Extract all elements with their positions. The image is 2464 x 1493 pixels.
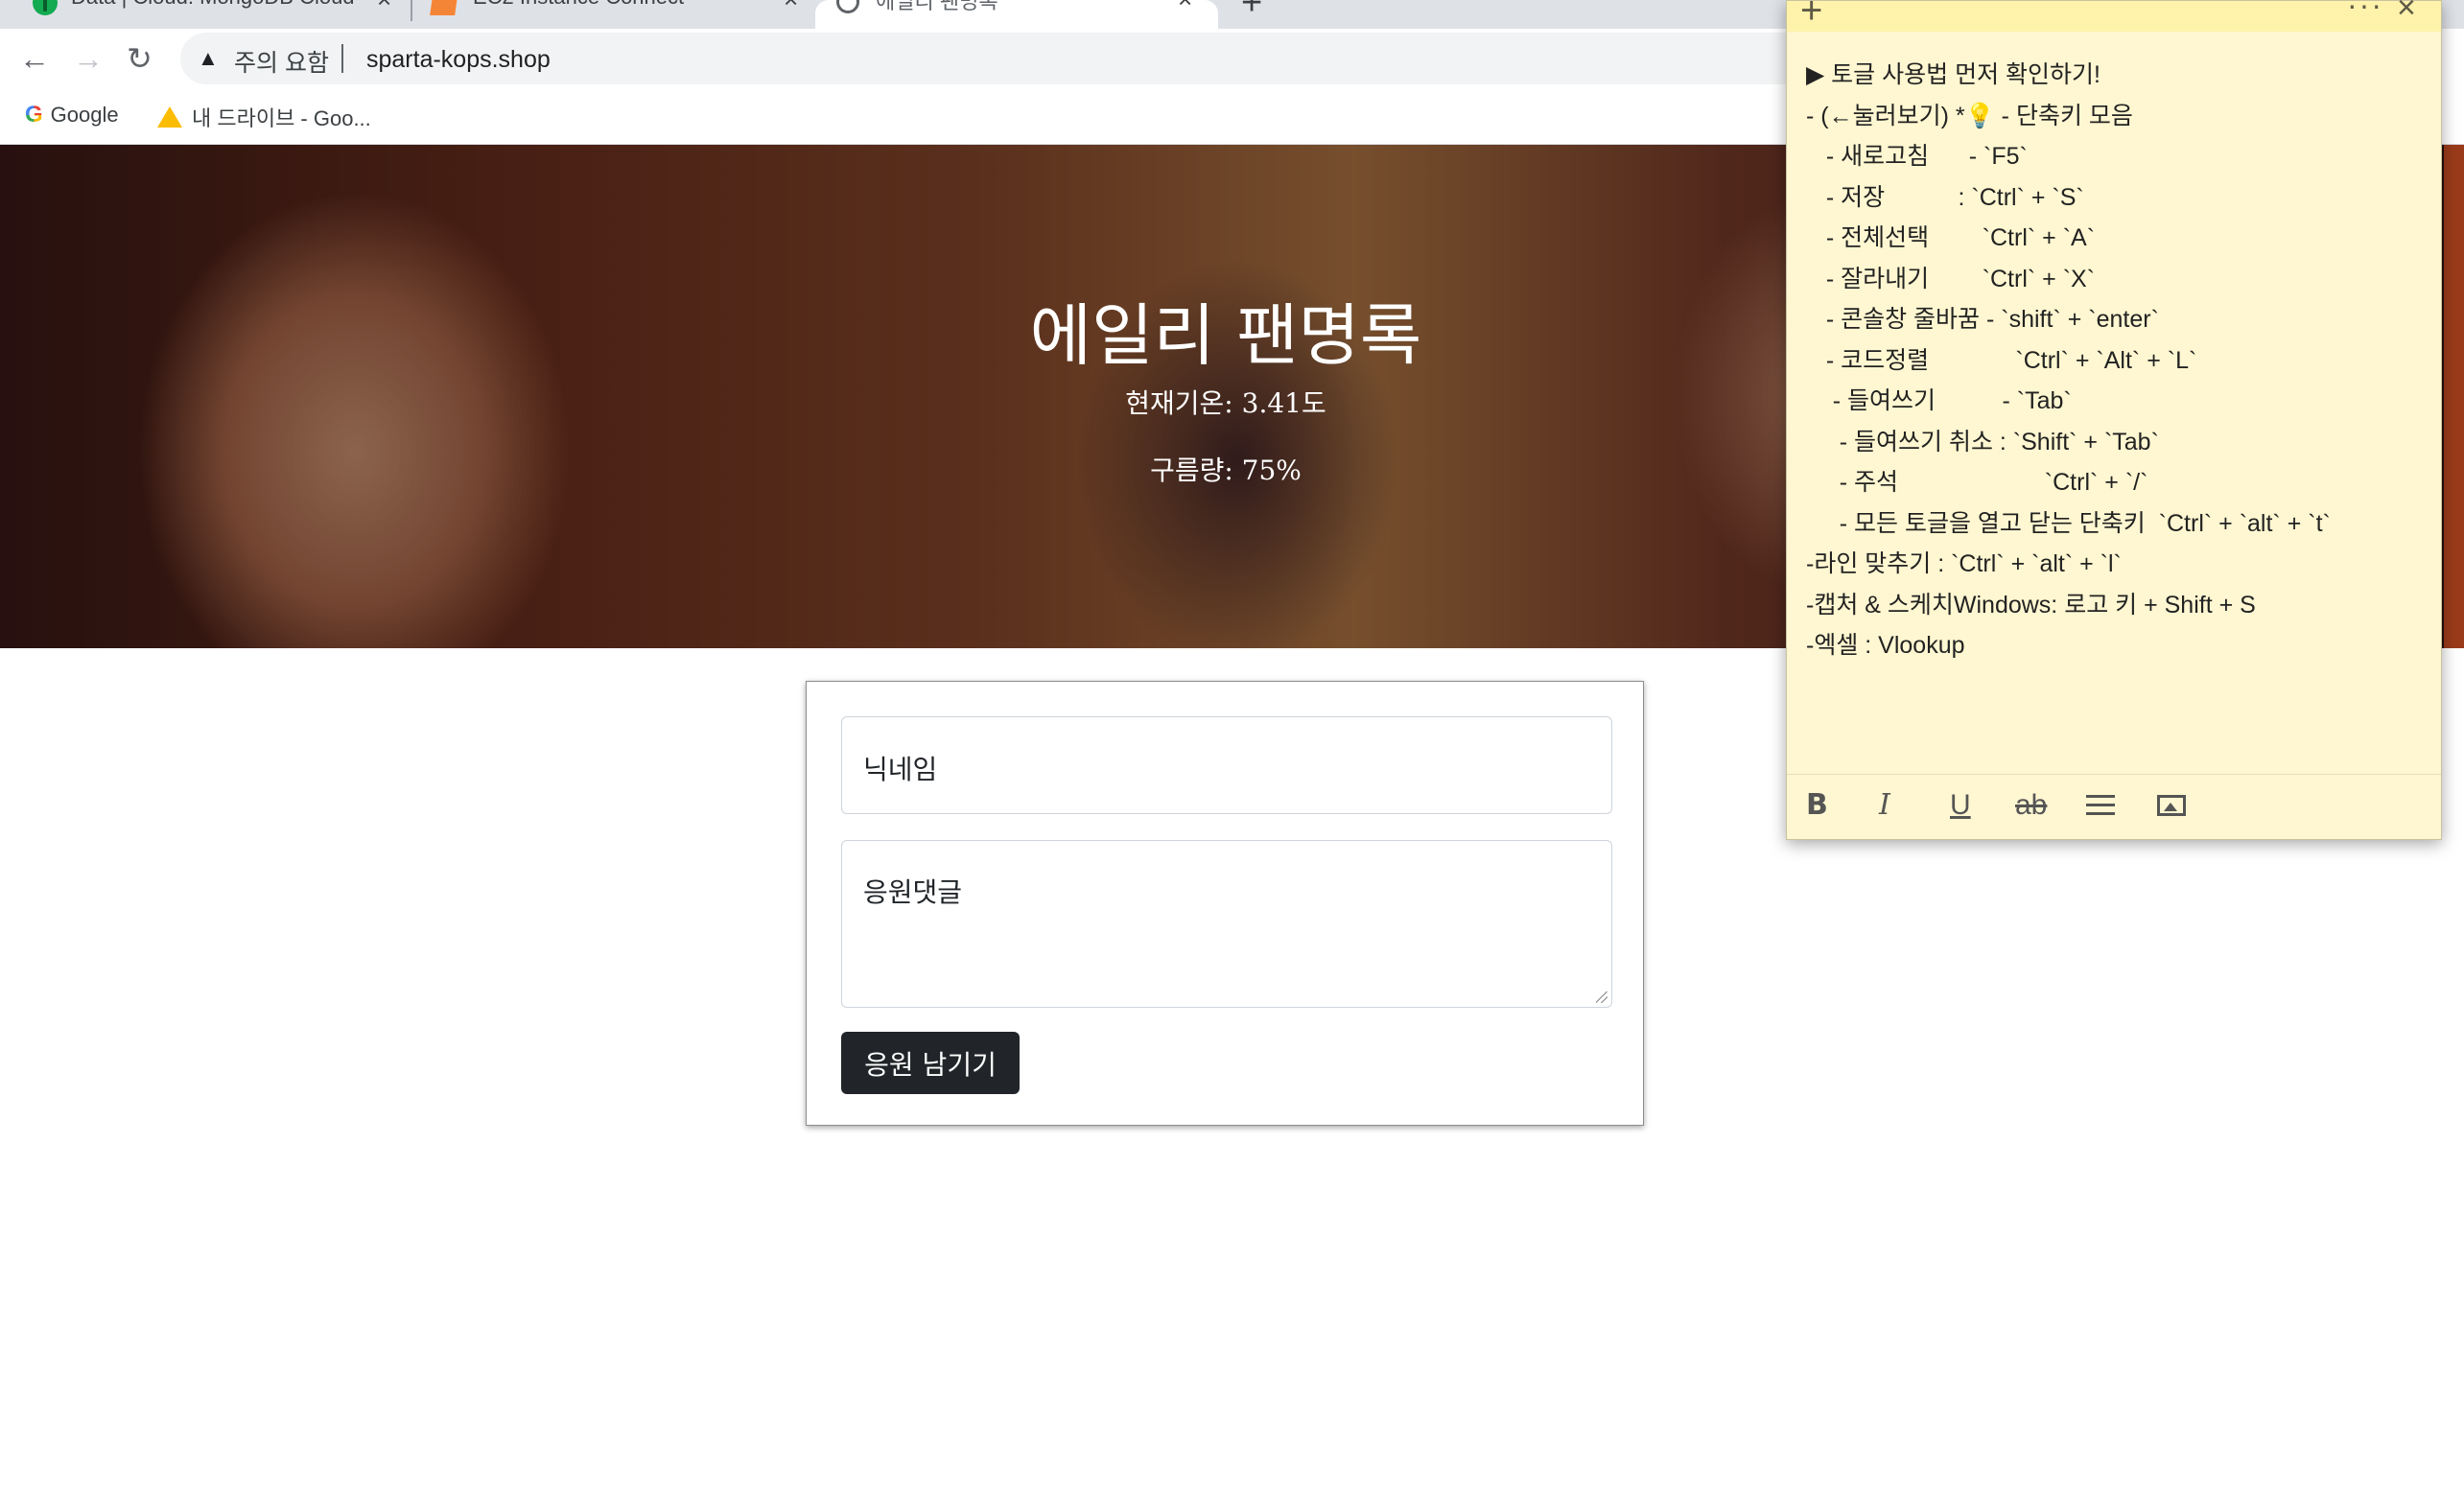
close-icon[interactable]: × bbox=[377, 0, 391, 14]
cloudiness-text: 구름량: 75% bbox=[1150, 455, 1302, 486]
submit-cheer-button[interactable]: 응원 남기기 bbox=[841, 1032, 1020, 1094]
format-toolbar-divider bbox=[1787, 774, 2441, 775]
page-title: 에일리 팬명록 bbox=[1029, 296, 1422, 375]
resize-handle-icon[interactable] bbox=[1596, 991, 1607, 1003]
comment-form-card: 닉네임 응원댓글 응원 남기기 bbox=[806, 681, 1644, 1126]
close-icon[interactable]: × bbox=[2397, 0, 2416, 27]
note-line: - (←눌러보기) *💡 - 단축키 모음 bbox=[1806, 102, 2133, 129]
comment-textarea[interactable]: 응원댓글 bbox=[841, 840, 1612, 1008]
warning-triangle-icon[interactable]: ▲ bbox=[198, 46, 219, 71]
tab-label: 에일리 팬명록 bbox=[876, 0, 998, 13]
add-note-plus-icon[interactable]: + bbox=[1800, 0, 1822, 33]
url-text[interactable]: sparta-kops.shop bbox=[366, 46, 551, 74]
google-g-icon: G bbox=[25, 102, 43, 128]
nickname-input[interactable]: 닉네임 bbox=[841, 716, 1612, 814]
note-line: ▶ 토글 사용법 먼저 확인하기! bbox=[1806, 61, 2100, 88]
tab-fanbook-active[interactable]: 에일리 팬명록 × bbox=[815, 0, 1218, 29]
bookmark-label: Google bbox=[50, 103, 119, 127]
sticky-note-header[interactable]: + ··· × bbox=[1787, 0, 2441, 33]
address-divider bbox=[341, 44, 343, 73]
nickname-placeholder: 닉네임 bbox=[863, 754, 938, 785]
italic-button[interactable]: I bbox=[1879, 789, 1890, 822]
new-tab-plus-icon[interactable]: + bbox=[1241, 0, 1262, 24]
close-icon[interactable]: × bbox=[1178, 0, 1192, 14]
mongodb-leaf-icon bbox=[33, 0, 58, 15]
close-icon[interactable]: × bbox=[784, 0, 798, 14]
reload-icon[interactable]: ↻ bbox=[127, 42, 153, 75]
tab-label: EC2 Instance Connect bbox=[473, 0, 684, 10]
address-bar[interactable]: ▲ 주의 요함 sparta-kops.shop bbox=[180, 33, 2003, 84]
temperature-text: 현재기온: 3.41도 bbox=[1125, 387, 1326, 419]
bookmark-label: 내 드라이브 - Goo... bbox=[192, 106, 371, 130]
bold-button[interactable]: B bbox=[1806, 789, 1828, 822]
aws-cube-icon bbox=[430, 0, 458, 15]
google-drive-icon bbox=[157, 106, 182, 128]
comment-placeholder: 응원댓글 bbox=[863, 876, 963, 908]
strikethrough-button[interactable]: ab bbox=[2015, 789, 2047, 822]
more-options-icon[interactable]: ··· bbox=[2347, 0, 2383, 23]
hero-text: 에일리 팬명록 현재기온: 3.41도 구름량: 75% bbox=[0, 145, 2452, 648]
tab-mongodb[interactable]: Data | Cloud: MongoDB Cloud × bbox=[0, 0, 411, 29]
bookmark-drive[interactable]: 내 드라이브 - Goo... bbox=[157, 102, 371, 132]
bookmark-google[interactable]: G Google bbox=[25, 102, 119, 128]
underline-button[interactable]: U bbox=[1950, 789, 1971, 822]
tab-ec2[interactable]: EC2 Instance Connect × bbox=[412, 0, 815, 29]
insert-image-icon[interactable] bbox=[2157, 789, 2186, 824]
tab-label: Data | Cloud: MongoDB Cloud bbox=[71, 0, 355, 10]
back-arrow-icon[interactable]: ← bbox=[19, 42, 50, 75]
forward-arrow-icon[interactable]: → bbox=[73, 42, 104, 75]
globe-icon bbox=[836, 0, 859, 13]
bullet-list-icon[interactable] bbox=[2086, 789, 2115, 824]
security-warning-text[interactable]: 주의 요함 bbox=[234, 44, 329, 79]
